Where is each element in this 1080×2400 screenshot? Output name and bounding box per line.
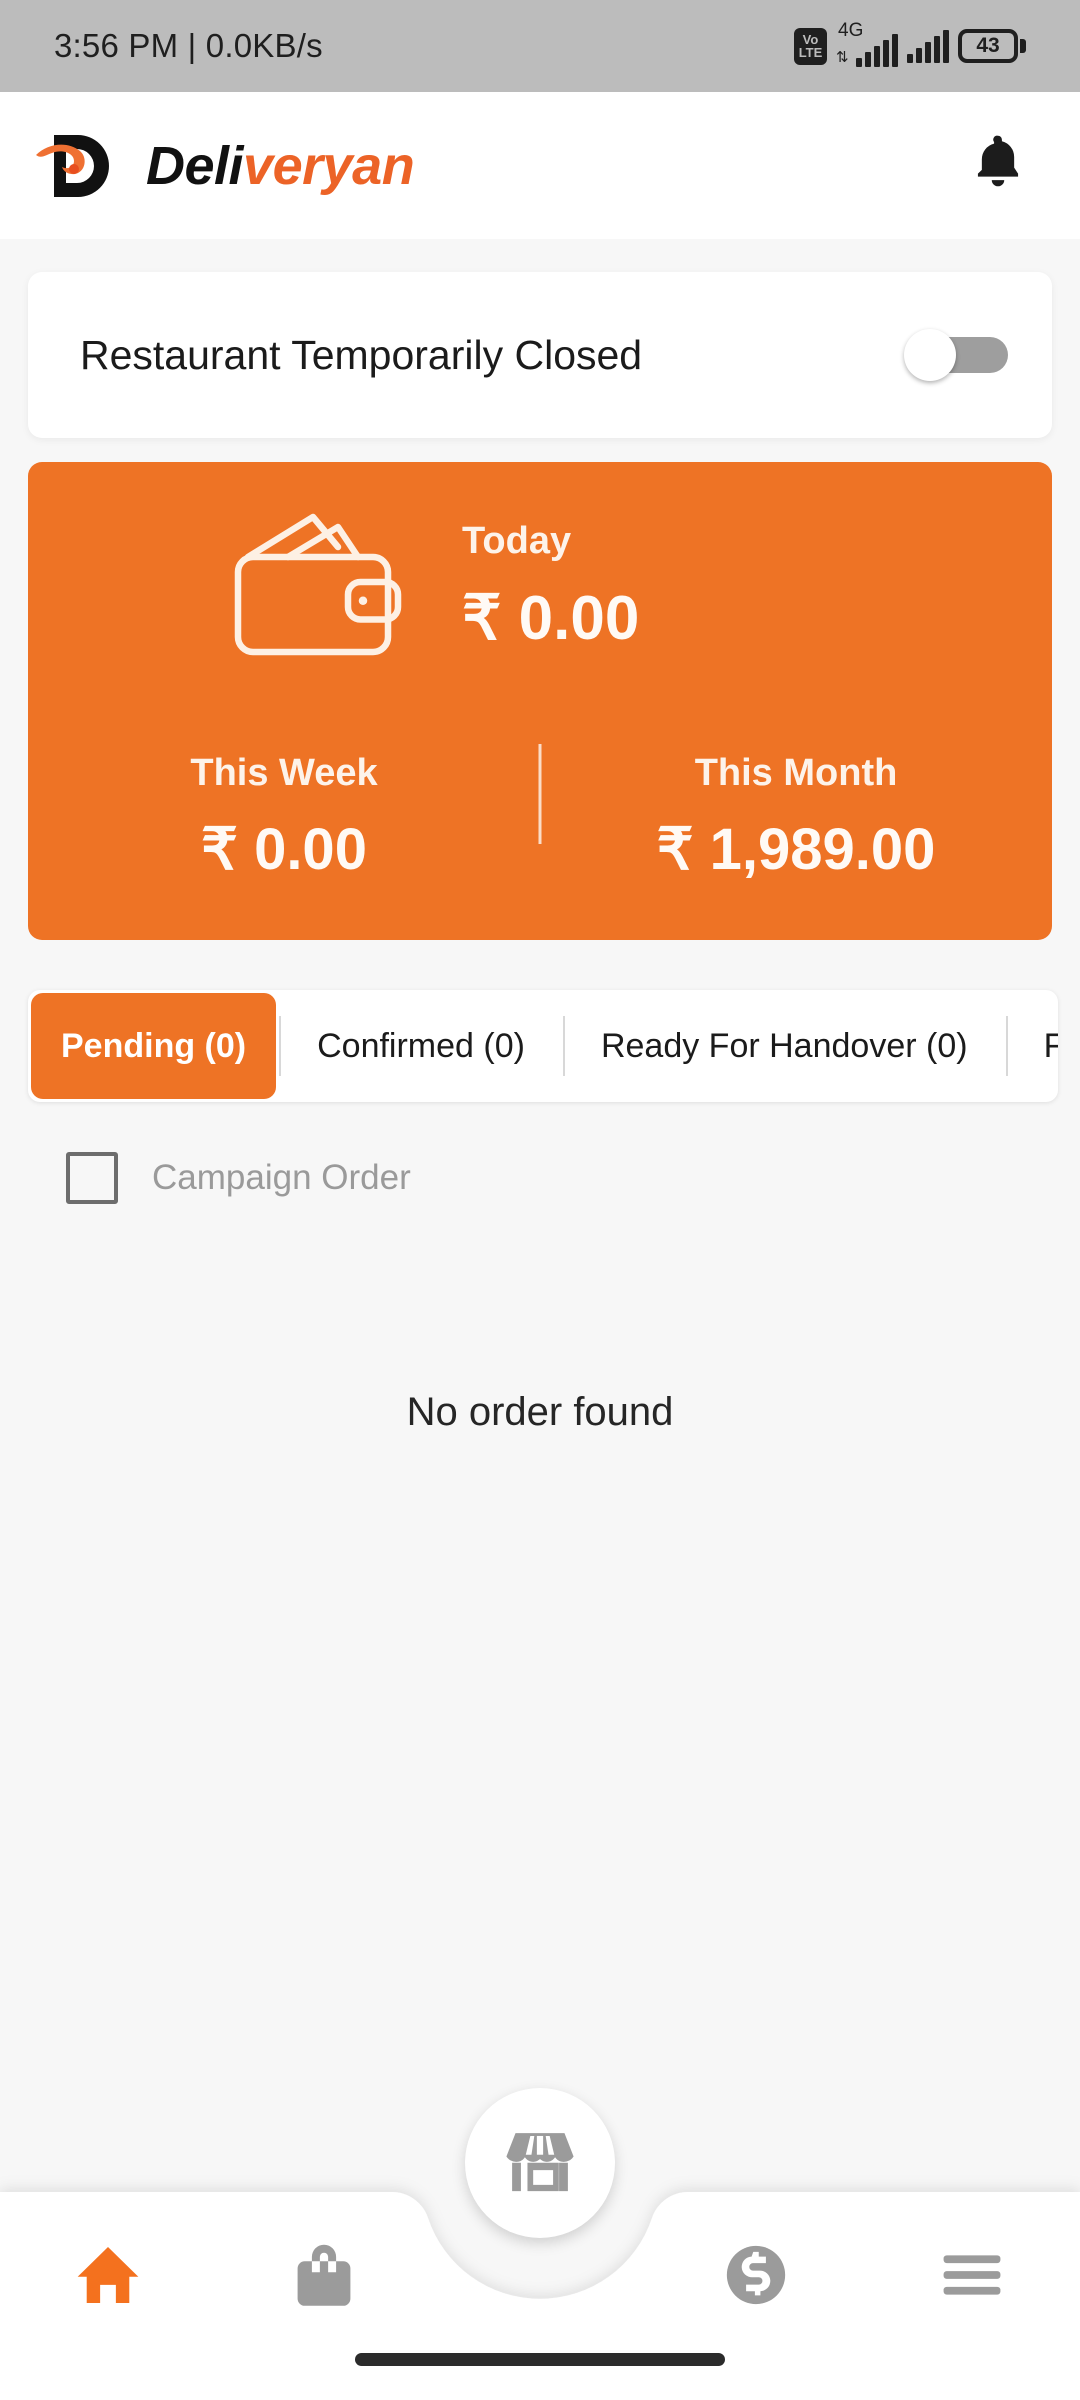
campaign-order-label: Campaign Order: [152, 1158, 411, 1197]
bottom-navigation: [0, 2088, 1080, 2400]
data-transfer-icon: ⇅: [836, 49, 849, 66]
app-screen: 3:56 PM | 0.0KB/s Vo LTE 4G ⇅ 43 Deliver…: [0, 0, 1080, 2400]
earnings-this-week-label: This Week: [190, 751, 378, 794]
battery-icon: 43: [958, 29, 1026, 63]
restaurant-closed-toggle[interactable]: [904, 329, 1008, 381]
earnings-this-month-label: This Month: [694, 751, 898, 794]
gesture-navigation-bar: [355, 2353, 725, 2366]
earnings-today-amount: ₹ 0.00: [462, 584, 640, 653]
tab-ready-for-handover[interactable]: Ready For Handover (0): [562, 990, 1006, 1102]
home-icon: [73, 2240, 143, 2315]
restaurant-status-label: Restaurant Temporarily Closed: [80, 331, 643, 378]
earnings-this-week: This Week ₹ 0.00: [28, 752, 540, 883]
nav-item-store-button[interactable]: [465, 2088, 615, 2238]
brand-wordmark-black: Deli: [146, 135, 244, 196]
hamburger-menu-icon: [941, 2251, 1003, 2304]
app-bar: Deliveryan: [0, 92, 1080, 239]
restaurant-status-card: Restaurant Temporarily Closed: [28, 272, 1052, 438]
notification-bell-button[interactable]: [962, 130, 1034, 202]
earnings-today: Today ₹ 0.00: [462, 520, 639, 654]
nav-item-orders[interactable]: [216, 2212, 432, 2342]
earnings-this-week-amount: ₹ 0.00: [201, 816, 367, 882]
earnings-period-row: This Week ₹ 0.00 This Month ₹ 1,989.00: [28, 712, 1052, 922]
wallet-icon: [228, 502, 418, 672]
order-status-tabs[interactable]: Pending (0) Confirmed (0) Ready For Hand…: [28, 990, 1058, 1102]
brand-wordmark: Deliveryan: [146, 135, 415, 196]
earnings-today-label: Today: [462, 520, 572, 562]
nav-item-menu[interactable]: [864, 2212, 1080, 2342]
bell-icon: [970, 133, 1026, 198]
tab-pending[interactable]: Pending (0): [31, 993, 277, 1099]
toggle-knob: [904, 329, 956, 381]
deliveryan-logo-mark-icon: [34, 129, 116, 203]
earnings-this-month: This Month ₹ 1,989.00: [540, 752, 1052, 883]
shopping-bag-icon: [293, 2242, 355, 2313]
earnings-divider: [538, 744, 542, 844]
no-orders-message: No order found: [406, 1390, 674, 1434]
volte-bottom-text: LTE: [798, 45, 823, 60]
storefront-icon: [503, 2124, 577, 2203]
earnings-today-row: Today ₹ 0.00: [28, 462, 1052, 712]
tab-food-on-the-way[interactable]: Food On T: [1005, 990, 1058, 1102]
earnings-card: Today ₹ 0.00 This Week ₹ 0.00 This Month…: [28, 462, 1052, 940]
status-bar-indicators: Vo LTE 4G ⇅ 43: [794, 21, 1026, 67]
campaign-order-filter[interactable]: Campaign Order: [66, 1152, 411, 1204]
battery-level-text: 43: [976, 34, 1000, 57]
dollar-circle-icon: [723, 2242, 789, 2313]
status-bar: 3:56 PM | 0.0KB/s Vo LTE 4G ⇅ 43: [0, 0, 1080, 92]
volte-icon: Vo LTE: [794, 27, 827, 65]
brand-wordmark-orange: veryan: [243, 135, 415, 196]
brand-logo: Deliveryan: [34, 129, 415, 203]
signal-bars-sim2-icon: [907, 29, 949, 63]
status-bar-time-network: 3:56 PM | 0.0KB/s: [54, 27, 323, 64]
network-type-label: 4G: [838, 20, 864, 41]
earnings-this-month-amount: ₹ 1,989.00: [656, 816, 936, 882]
nav-item-home[interactable]: [0, 2212, 216, 2342]
tab-confirmed[interactable]: Confirmed (0): [279, 990, 563, 1102]
network-indicator: 4G ⇅: [836, 21, 898, 67]
campaign-order-checkbox[interactable]: [66, 1152, 118, 1204]
nav-item-earnings[interactable]: [648, 2212, 864, 2342]
